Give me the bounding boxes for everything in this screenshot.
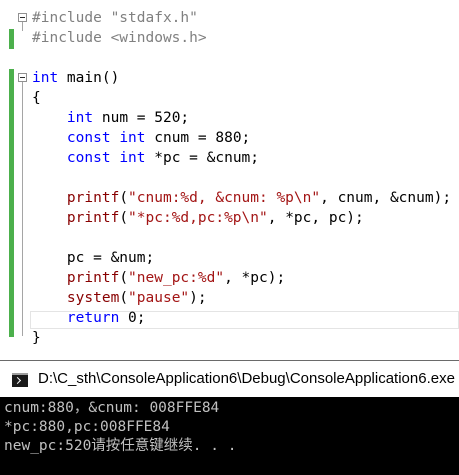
code-text: #include "stdafx.h" <box>32 8 198 28</box>
code-line[interactable]: printf("new_pc:%d", *pc); <box>0 268 459 288</box>
code-text: } <box>32 328 41 348</box>
code-token: main() <box>58 70 120 86</box>
code-line[interactable] <box>0 228 459 248</box>
function-token: printf <box>66 270 120 286</box>
code-token: { <box>32 90 41 106</box>
code-text: #include <windows.h> <box>32 28 207 48</box>
code-text: const int cnum = 880; <box>32 128 250 148</box>
code-line[interactable]: int main() <box>0 68 459 88</box>
code-token: ( <box>119 190 129 206</box>
code-text: const int *pc = &cnum; <box>32 148 259 168</box>
keyword-token: return <box>66 310 120 326</box>
console-output-line: new_pc:520请按任意键继续. . . <box>4 438 237 454</box>
console-window[interactable]: D:\C_sth\ConsoleApplication6\Debug\Conso… <box>0 360 459 475</box>
keyword-token: const <box>66 130 111 146</box>
keyword-token: const <box>66 150 111 166</box>
keyword-token: int <box>119 130 146 146</box>
code-line[interactable]: system("pause"); <box>0 288 459 308</box>
code-token: } <box>32 330 41 346</box>
console-titlebar[interactable]: D:\C_sth\ConsoleApplication6\Debug\Conso… <box>0 361 459 397</box>
function-token: printf <box>66 190 120 206</box>
code-line[interactable]: printf("cnum:%d, &cnum: %p\n", cnum, &cn… <box>0 188 459 208</box>
string-token: "new_pc:%d" <box>128 270 225 286</box>
function-token: system <box>66 290 120 306</box>
string-token: "cnum:%d, &cnum: %p\n" <box>128 190 321 206</box>
code-token: cnum = 880; <box>145 130 251 146</box>
code-line[interactable]: #include <windows.h> <box>0 28 459 48</box>
code-line[interactable]: int num = 520; <box>0 108 459 128</box>
console-icon <box>12 373 28 387</box>
code-line[interactable]: pc = &num; <box>0 248 459 268</box>
code-line[interactable]: #include "stdafx.h" <box>0 8 459 28</box>
code-token: ( <box>119 290 129 306</box>
code-line[interactable]: } <box>0 328 459 348</box>
console-title: D:\C_sth\ConsoleApplication6\Debug\Conso… <box>38 370 455 387</box>
code-token: , cnum, &cnum); <box>320 190 452 206</box>
code-text: printf("cnum:%d, &cnum: %p\n", cnum, &cn… <box>32 188 451 208</box>
code-line[interactable] <box>0 48 459 68</box>
keyword-token: int <box>32 70 59 86</box>
code-text: return 0; <box>32 308 146 328</box>
code-line[interactable]: return 0; <box>0 308 459 328</box>
code-text: int main() <box>32 68 119 88</box>
string-token: "*pc:%d,pc:%p\n" <box>128 210 268 226</box>
code-text: { <box>32 88 41 108</box>
code-token: ); <box>189 290 207 306</box>
code-token: pc = &num; <box>32 250 155 266</box>
code-token: 0; <box>119 310 146 326</box>
code-line[interactable] <box>0 168 459 188</box>
code-editor[interactable]: #include "stdafx.h" #include <windows.h> i… <box>0 0 459 357</box>
code-line[interactable]: { <box>0 88 459 108</box>
code-line[interactable]: const int cnum = 880; <box>0 128 459 148</box>
preprocessor-token: #include "stdafx.h" <box>32 10 198 26</box>
console-output-line: *pc:880,pc:008FFE84 <box>4 419 170 435</box>
code-token: ( <box>119 210 129 226</box>
code-token: num = 520; <box>93 110 190 126</box>
code-token: *pc = &cnum; <box>145 150 260 166</box>
code-text: printf("new_pc:%d", *pc); <box>32 268 285 288</box>
keyword-token: int <box>66 110 94 126</box>
code-line[interactable]: const int *pc = &cnum; <box>0 148 459 168</box>
code-line[interactable]: printf("*pc:%d,pc:%p\n", *pc, pc); <box>0 208 459 228</box>
code-text: system("pause"); <box>32 288 207 308</box>
code-token: , *pc, pc); <box>267 210 364 226</box>
console-output-line: cnum:880，&cnum: 008FFE84 <box>4 400 220 416</box>
code-token: ( <box>119 270 129 286</box>
preprocessor-token: #include <windows.h> <box>32 30 207 46</box>
keyword-token: int <box>119 150 146 166</box>
code-token: , *pc); <box>224 270 286 286</box>
string-token: "pause" <box>128 290 190 306</box>
code-text: pc = &num; <box>32 248 154 268</box>
code-text: printf("*pc:%d,pc:%p\n", *pc, pc); <box>32 208 364 228</box>
code-text: int num = 520; <box>32 108 189 128</box>
function-token: printf <box>66 210 120 226</box>
